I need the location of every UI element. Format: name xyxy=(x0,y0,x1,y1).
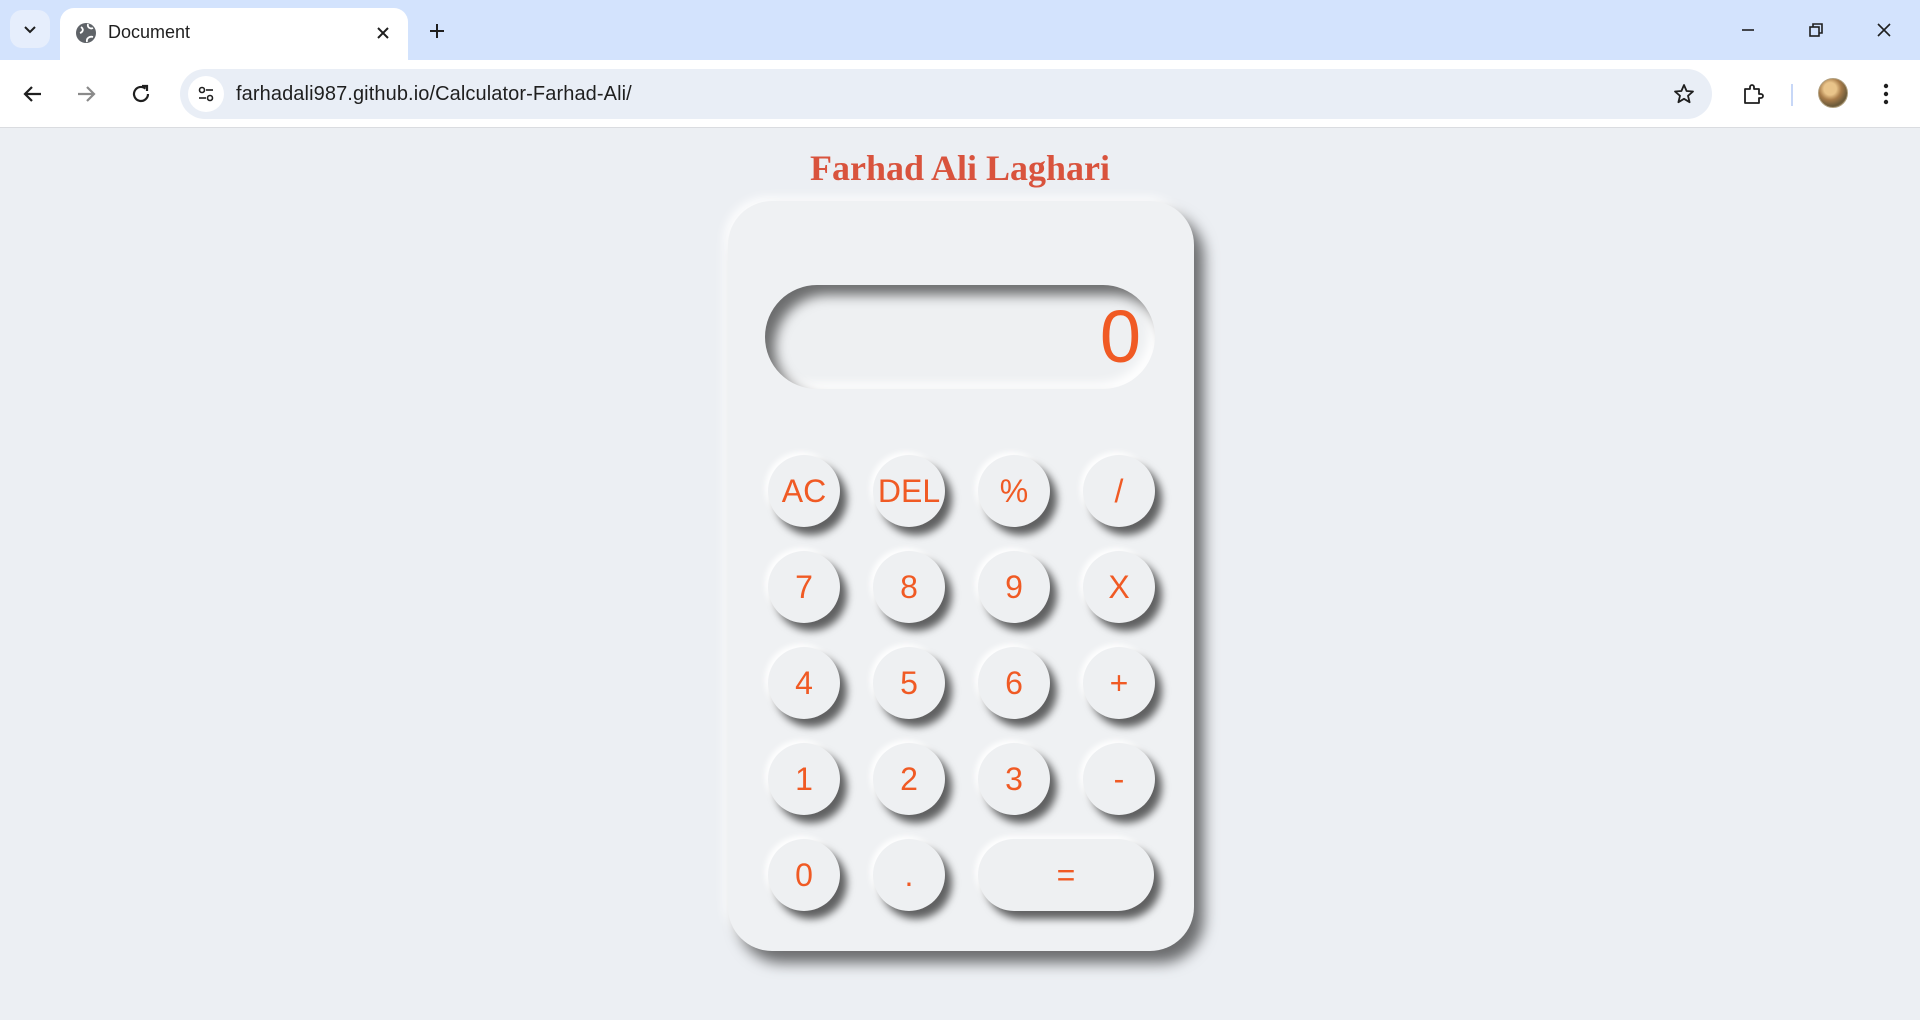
key-7[interactable]: 7 xyxy=(768,551,840,623)
browser-toolbar: farhadali987.github.io/Calculator-Farhad… xyxy=(0,60,1920,128)
site-info-button[interactable] xyxy=(188,76,224,112)
bookmark-button[interactable] xyxy=(1666,76,1702,112)
reload-button[interactable] xyxy=(121,74,161,114)
tab-close-button[interactable] xyxy=(368,18,398,48)
key-minus[interactable]: - xyxy=(1083,743,1155,815)
url-text[interactable]: farhadali987.github.io/Calculator-Farhad… xyxy=(236,83,632,106)
back-icon xyxy=(23,86,41,102)
tab-strip: Document xyxy=(0,0,1920,60)
site-info-icon xyxy=(198,86,214,102)
close-icon xyxy=(377,27,389,39)
key-2[interactable]: 2 xyxy=(873,743,945,815)
key-9[interactable]: 9 xyxy=(978,551,1050,623)
globe-icon xyxy=(76,23,96,43)
key-6[interactable]: 6 xyxy=(978,647,1050,719)
more-icon xyxy=(1883,83,1889,105)
forward-button[interactable] xyxy=(66,74,106,114)
tab-search-button[interactable] xyxy=(10,10,50,48)
plus-icon xyxy=(430,24,444,38)
star-icon xyxy=(1674,84,1694,104)
calculator-display: 0 xyxy=(765,285,1155,389)
chevron-down-icon xyxy=(24,26,36,34)
reload-icon xyxy=(132,84,150,103)
toolbar-divider xyxy=(1791,84,1793,106)
restore-button[interactable] xyxy=(1792,10,1840,50)
key-4[interactable]: 4 xyxy=(768,647,840,719)
display-value: 0 xyxy=(1099,295,1141,378)
key-plus[interactable]: + xyxy=(1083,647,1155,719)
restore-icon xyxy=(1809,23,1823,37)
key-multiply[interactable]: X xyxy=(1083,551,1155,623)
key-equals[interactable]: = xyxy=(978,839,1154,911)
tab-document[interactable]: Document xyxy=(60,8,408,60)
more-menu-button[interactable] xyxy=(1866,74,1906,114)
key-percent[interactable]: % xyxy=(978,455,1050,527)
key-1[interactable]: 1 xyxy=(768,743,840,815)
minimize-icon xyxy=(1742,29,1754,31)
forward-icon xyxy=(78,86,96,102)
tab-title: Document xyxy=(108,22,191,42)
key-dot[interactable]: . xyxy=(873,839,945,911)
profile-avatar[interactable] xyxy=(1818,78,1848,108)
extensions-icon xyxy=(1744,84,1764,104)
page-title: Farhad Ali Laghari xyxy=(809,148,1111,188)
page-content: Farhad Ali Laghari 0 AC DEL % / 7 8 9 X … xyxy=(0,129,1920,1020)
key-divide[interactable]: / xyxy=(1083,455,1155,527)
key-5[interactable]: 5 xyxy=(873,647,945,719)
key-8[interactable]: 8 xyxy=(873,551,945,623)
back-button[interactable] xyxy=(13,74,53,114)
address-bar[interactable]: farhadali987.github.io/Calculator-Farhad… xyxy=(180,69,1712,119)
close-icon xyxy=(1877,23,1891,37)
key-0[interactable]: 0 xyxy=(768,839,840,911)
calculator: 0 AC DEL % / 7 8 9 X 4 5 6 + 1 2 3 - 0 .… xyxy=(728,201,1194,951)
new-tab-button[interactable] xyxy=(420,14,454,48)
key-3[interactable]: 3 xyxy=(978,743,1050,815)
minimize-button[interactable] xyxy=(1724,10,1772,50)
extensions-button[interactable] xyxy=(1733,74,1773,114)
close-window-button[interactable] xyxy=(1860,10,1908,50)
key-ac[interactable]: AC xyxy=(768,455,840,527)
key-del[interactable]: DEL xyxy=(873,455,945,527)
